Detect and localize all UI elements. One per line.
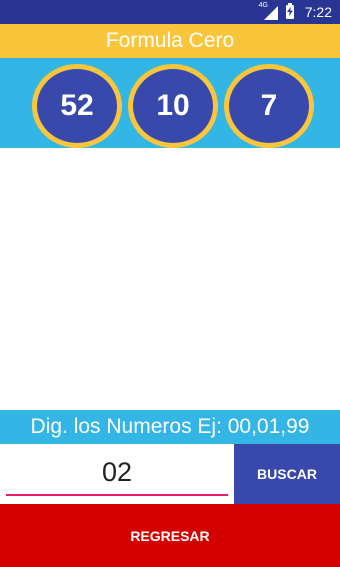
- number-balls-bar: 52 10 7: [0, 58, 340, 148]
- results-area: [0, 148, 340, 410]
- battery-icon: [286, 3, 294, 19]
- number-ball: 52: [32, 64, 122, 148]
- app-title: Formula Cero: [0, 24, 340, 58]
- input-hint: Dig. los Numeros Ej: 00,01,99: [0, 410, 340, 444]
- status-bar: 4G 7:22: [0, 0, 340, 24]
- number-ball: 10: [128, 64, 218, 148]
- number-input[interactable]: [6, 452, 228, 492]
- number-input-container: [0, 444, 234, 504]
- input-underline: [6, 494, 228, 496]
- regresar-button[interactable]: REGRESAR: [0, 504, 340, 567]
- status-time: 7:22: [304, 4, 332, 20]
- charging-bolt-icon: [287, 7, 293, 16]
- buscar-button[interactable]: BUSCAR: [234, 444, 340, 504]
- signal-icon: [264, 6, 278, 20]
- number-ball: 7: [224, 64, 314, 148]
